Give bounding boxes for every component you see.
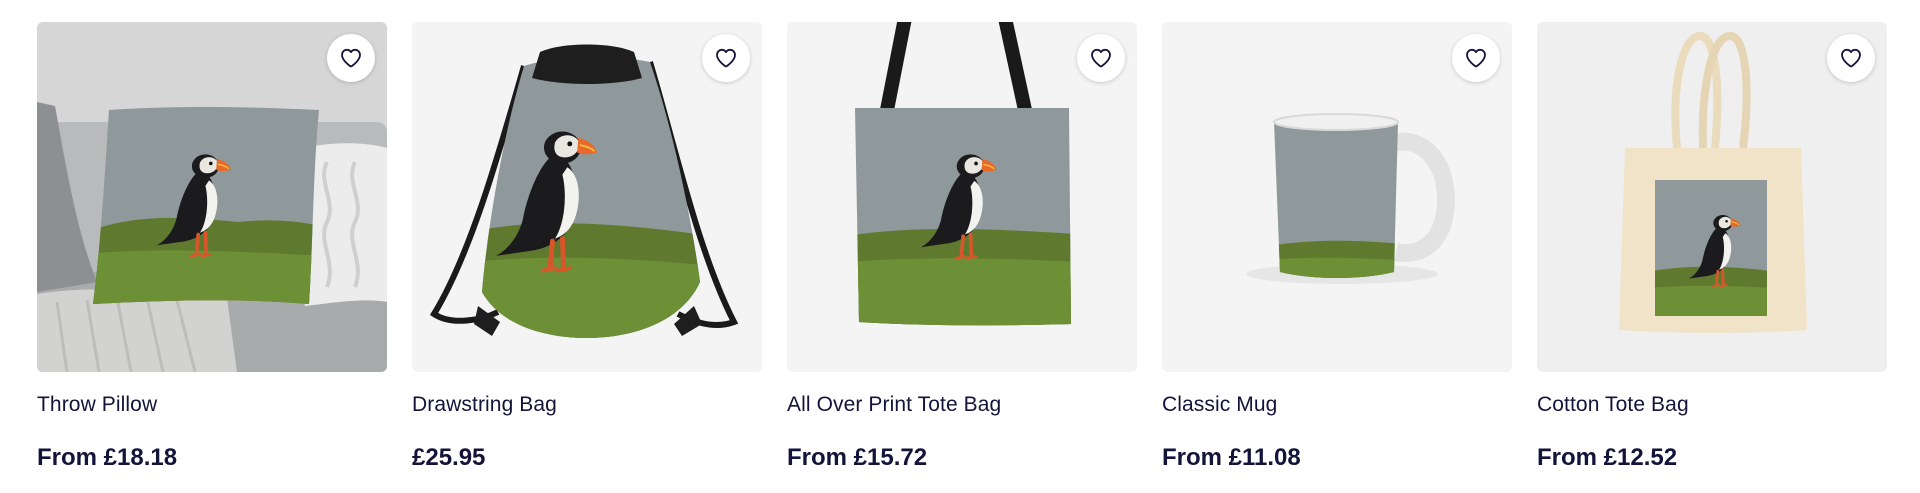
favorite-button[interactable] xyxy=(1827,34,1875,82)
product-card-cotton-tote-bag[interactable]: Cotton Tote Bag From £12.52 xyxy=(1537,22,1887,473)
product-title[interactable]: Classic Mug xyxy=(1162,392,1512,418)
product-image[interactable] xyxy=(1162,22,1512,372)
heart-outline-icon xyxy=(339,46,363,70)
product-price: From £18.18 xyxy=(37,444,178,471)
product-card-all-over-print-tote-bag[interactable]: All Over Print Tote Bag From £15.72 xyxy=(787,22,1137,473)
product-price: From £12.52 xyxy=(1537,444,1678,471)
product-card-classic-mug[interactable]: Classic Mug From £11.08 xyxy=(1162,22,1512,473)
product-card-drawstring-bag[interactable]: Drawstring Bag £25.95 xyxy=(412,22,762,473)
heart-outline-icon xyxy=(1464,46,1488,70)
heart-outline-icon xyxy=(1839,46,1863,70)
product-title[interactable]: Cotton Tote Bag xyxy=(1537,392,1887,418)
product-card-throw-pillow[interactable]: Throw Pillow From £18.18 xyxy=(37,22,387,473)
product-price: From £15.72 xyxy=(787,444,928,471)
favorite-button[interactable] xyxy=(702,34,750,82)
heart-outline-icon xyxy=(1089,46,1113,70)
product-image[interactable] xyxy=(787,22,1137,372)
product-title[interactable]: Drawstring Bag xyxy=(412,392,762,418)
product-title[interactable]: All Over Print Tote Bag xyxy=(787,392,1137,418)
product-price: £25.95 xyxy=(412,444,486,471)
favorite-button[interactable] xyxy=(1077,34,1125,82)
product-image[interactable] xyxy=(1537,22,1887,372)
favorite-button[interactable] xyxy=(327,34,375,82)
product-title[interactable]: Throw Pillow xyxy=(37,392,387,418)
heart-outline-icon xyxy=(714,46,738,70)
product-price: From £11.08 xyxy=(1162,444,1301,471)
product-image[interactable] xyxy=(412,22,762,372)
product-image[interactable] xyxy=(37,22,387,372)
product-row: Throw Pillow From £18.18 Drawstring Bag … xyxy=(37,22,1887,473)
favorite-button[interactable] xyxy=(1452,34,1500,82)
